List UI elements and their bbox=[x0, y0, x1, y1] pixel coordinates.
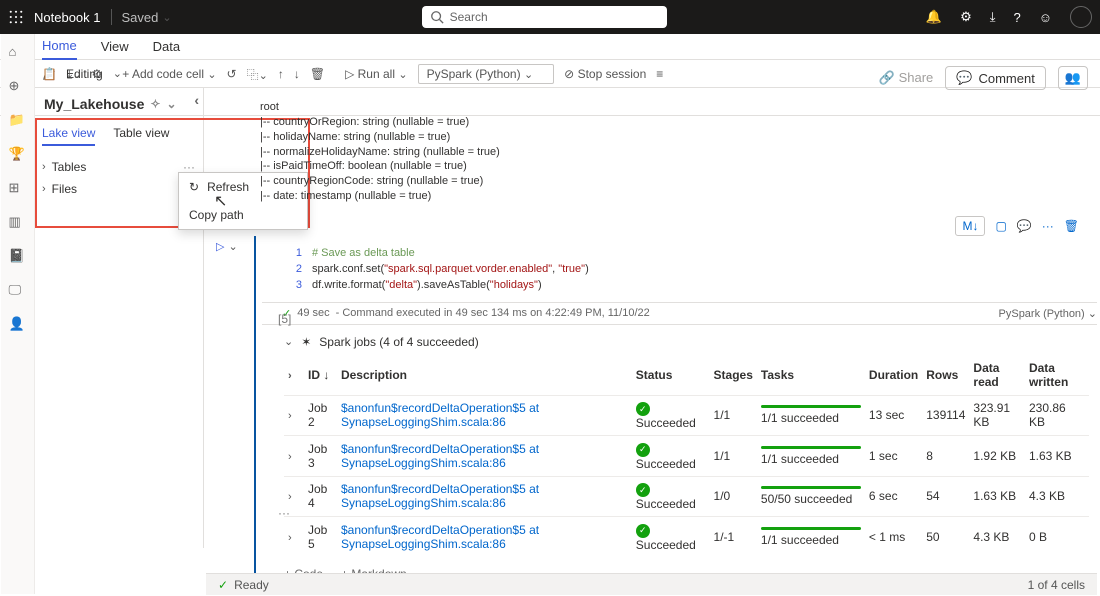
move-up-icon[interactable]: ↑ bbox=[278, 67, 284, 81]
table-row[interactable]: › Job 5 $anonfun$recordDeltaOperation$5 … bbox=[284, 517, 1089, 557]
spark-icon: ✶ bbox=[301, 335, 311, 349]
check-icon: ✓ bbox=[636, 524, 650, 538]
help-icon[interactable]: ? bbox=[1013, 10, 1020, 25]
run-cell-icon[interactable]: ▷ bbox=[216, 240, 224, 253]
progress-bar bbox=[761, 486, 861, 489]
chevron-right-icon[interactable]: › bbox=[288, 532, 292, 544]
settings-icon[interactable]: ⚙ bbox=[960, 9, 972, 25]
folder-icon[interactable]: 📁 bbox=[9, 112, 27, 130]
table-row[interactable]: › Job 3 $anonfun$recordDeltaOperation$5 … bbox=[284, 436, 1089, 477]
save-state-label: Saved bbox=[122, 10, 159, 25]
code-line: df.write.format("delta").saveAsTable("ho… bbox=[312, 279, 542, 291]
tree-tables[interactable]: › Tables ··· bbox=[42, 156, 195, 178]
lakehouse-title: My_Lakehouse bbox=[44, 96, 144, 112]
undo-icon[interactable]: ↺ bbox=[227, 67, 237, 81]
data-icon[interactable]: ▥ bbox=[9, 214, 27, 232]
tree-files[interactable]: › Files bbox=[42, 178, 195, 200]
add-code-button[interactable]: + Add code cell ⌄ bbox=[122, 67, 216, 81]
table-row[interactable]: › Job 2 $anonfun$recordDeltaOperation$5 … bbox=[284, 395, 1089, 436]
search-placeholder: Search bbox=[450, 10, 488, 24]
feedback-icon[interactable]: ☺ bbox=[1039, 10, 1052, 25]
schema-output: root |-- countryOrRegion: string (nullab… bbox=[206, 88, 1097, 208]
exec-count: [5] bbox=[278, 312, 291, 326]
job-link[interactable]: $anonfun$recordDeltaOperation$5 at Synap… bbox=[341, 523, 539, 551]
user-icon[interactable]: 👤 bbox=[9, 316, 27, 334]
tab-data[interactable]: Data bbox=[153, 39, 180, 54]
comment-cell-icon[interactable]: 💬 bbox=[1017, 219, 1032, 233]
collapse-icon[interactable]: ‹ bbox=[194, 92, 199, 108]
jobs-table: › ID ↓ Description Status Stages Tasks D… bbox=[284, 355, 1089, 557]
code-line: spark.conf.set("spark.sql.parquet.vorder… bbox=[312, 263, 589, 275]
tab-table-view[interactable]: Table view bbox=[113, 126, 169, 146]
wrench-icon[interactable]: ⚙ bbox=[91, 67, 102, 81]
app-icon[interactable]: ⊞ bbox=[9, 180, 27, 198]
chevron-right-icon: › bbox=[42, 161, 46, 173]
chevron-right-icon[interactable]: › bbox=[288, 491, 292, 503]
job-link[interactable]: $anonfun$recordDeltaOperation$5 at Synap… bbox=[341, 482, 539, 510]
check-icon: ✓ bbox=[218, 578, 228, 592]
share-button[interactable]: 🔗 Share bbox=[879, 70, 934, 86]
run-all-button[interactable]: ▷ Run all ⌄ bbox=[345, 67, 407, 81]
home-icon[interactable]: ⌂ bbox=[9, 44, 27, 62]
trophy-icon[interactable]: 🏆 bbox=[9, 146, 27, 164]
job-link[interactable]: $anonfun$recordDeltaOperation$5 at Synap… bbox=[341, 442, 539, 470]
monitor-icon[interactable]: 🖵 bbox=[9, 282, 27, 300]
save-state[interactable]: Saved ⌄ bbox=[122, 10, 172, 25]
chevron-down-icon: ⌄ bbox=[162, 11, 171, 24]
clipboard-icon[interactable]: 📋 bbox=[42, 67, 57, 81]
tab-home[interactable]: Home bbox=[42, 34, 77, 60]
progress-bar bbox=[761, 527, 861, 530]
chevron-down-icon: ⌄ bbox=[284, 335, 293, 348]
chevron-right-icon: › bbox=[42, 183, 46, 195]
cell-count: 1 of 4 cells bbox=[1028, 578, 1085, 592]
people-icon[interactable]: 👥 bbox=[1058, 66, 1088, 90]
chevron-down-icon[interactable]: ⌄ bbox=[228, 240, 237, 253]
move-down-icon[interactable]: ↓ bbox=[294, 67, 300, 81]
check-icon: ✓ bbox=[636, 483, 650, 497]
check-icon: ✓ bbox=[636, 443, 650, 457]
stop-session-button[interactable]: ⊘ Stop session bbox=[564, 67, 646, 81]
chevron-right-icon[interactable]: › bbox=[288, 370, 292, 382]
delete-icon[interactable]: 🗑 bbox=[310, 67, 325, 81]
pin-icon[interactable]: ✧ bbox=[150, 97, 160, 111]
chevron-right-icon[interactable]: › bbox=[288, 410, 292, 422]
plus-icon[interactable]: ⊕ bbox=[9, 78, 27, 96]
tab-view[interactable]: View bbox=[101, 39, 129, 54]
check-icon: ✓ bbox=[636, 402, 650, 416]
status-ready: Ready bbox=[234, 578, 269, 592]
search-icon bbox=[430, 10, 444, 24]
code-cell[interactable]: ▷ ⌄ 1# Save as delta table 2spark.conf.s… bbox=[254, 236, 1097, 578]
markdown-toggle[interactable]: M↓ bbox=[955, 216, 985, 236]
table-row[interactable]: › Job 4 $anonfun$recordDeltaOperation$5 … bbox=[284, 476, 1089, 517]
delete-cell-icon[interactable]: 🗑 bbox=[1064, 219, 1079, 233]
job-link[interactable]: $anonfun$recordDeltaOperation$5 at Synap… bbox=[341, 401, 539, 429]
progress-bar bbox=[761, 405, 861, 408]
divider bbox=[111, 9, 112, 25]
paste-icon[interactable]: ⤓⌄ bbox=[67, 67, 82, 82]
notebook-icon[interactable]: 📓 bbox=[9, 248, 27, 266]
kernel-label[interactable]: PySpark (Python) ⌄ bbox=[999, 307, 1097, 320]
progress-bar bbox=[761, 446, 861, 449]
avatar[interactable] bbox=[1070, 6, 1092, 28]
waffle-icon[interactable] bbox=[8, 9, 24, 25]
kernel-select[interactable]: PySpark (Python) ⌄ bbox=[418, 64, 555, 84]
chevron-down-icon[interactable]: ⌄ bbox=[166, 97, 176, 111]
download-icon[interactable]: ⤓ bbox=[990, 9, 996, 25]
notifications-icon[interactable]: 🔔 bbox=[926, 9, 942, 25]
output-icon[interactable]: ▢ bbox=[995, 219, 1006, 233]
spark-jobs-header[interactable]: ⌄ ✶ Spark jobs (4 of 4 succeeded) bbox=[284, 329, 1097, 355]
config-icon[interactable]: ≡ bbox=[656, 67, 663, 81]
copy-icon[interactable]: ⿻⌄ bbox=[247, 66, 268, 83]
comment-button[interactable]: 💬 Comment bbox=[945, 66, 1046, 90]
more-icon[interactable]: ··· bbox=[1042, 219, 1054, 233]
tab-lake-view[interactable]: Lake view bbox=[42, 126, 95, 146]
chevron-right-icon[interactable]: › bbox=[288, 451, 292, 463]
more-icon[interactable]: ··· bbox=[278, 506, 290, 520]
search-input[interactable]: Search bbox=[422, 6, 667, 28]
notebook-title[interactable]: Notebook 1 bbox=[34, 10, 101, 25]
refresh-icon: ↻ bbox=[189, 180, 199, 194]
